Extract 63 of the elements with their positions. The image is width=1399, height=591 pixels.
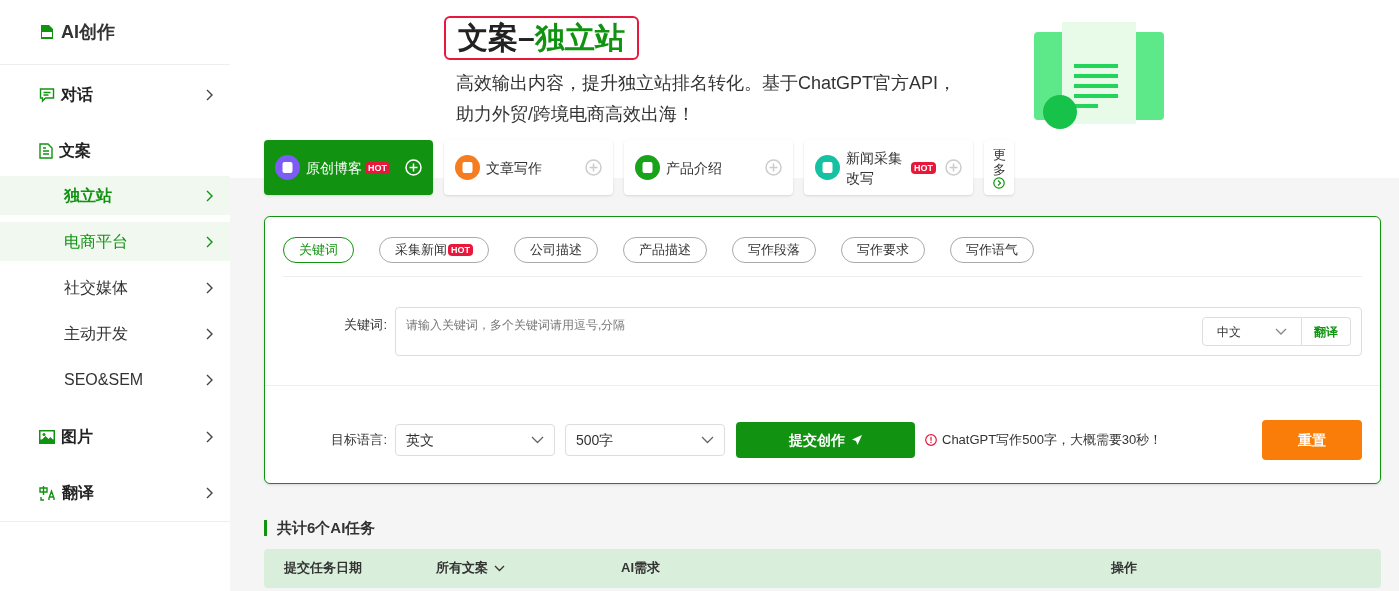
warning-icon xyxy=(925,434,937,446)
tool-card[interactable]: 产品介绍 xyxy=(624,140,793,195)
submit-button[interactable]: 提交创作 xyxy=(736,422,915,458)
chevron-down-icon xyxy=(494,564,505,572)
sidebar-item[interactable]: 翻译 xyxy=(0,475,230,511)
chat-icon xyxy=(39,87,55,103)
keyword-label: 关键词: xyxy=(343,316,388,334)
notice-text: ChatGPT写作500字，大概需要30秒！ xyxy=(942,431,1163,450)
column-header[interactable]: 所有文案 xyxy=(436,558,488,578)
tool-label: 产品介绍 xyxy=(666,158,722,178)
keyword-field[interactable]: 请输入关键词，多个关键词请用逗号,分隔 中文 翻译 xyxy=(395,307,1362,356)
chevron-right-icon xyxy=(206,189,213,202)
translate-button[interactable]: 翻译 xyxy=(1302,317,1351,346)
chevron-down-icon xyxy=(1275,327,1287,336)
ai-document-icon xyxy=(39,24,55,40)
chevron-right-icon xyxy=(206,281,213,294)
hot-badge: HOT xyxy=(365,161,390,174)
tool-label: 新闻采集改写 xyxy=(846,148,903,188)
document-icon xyxy=(39,143,53,159)
add-icon xyxy=(585,159,602,176)
title-highlight: 独立站 xyxy=(534,20,625,56)
translate-icon xyxy=(39,484,56,502)
title-text: 文案– xyxy=(458,20,535,56)
tool-label: 原创博客 xyxy=(306,158,362,178)
tool-card[interactable]: 新闻采集改写 HOT xyxy=(804,140,973,195)
chevron-right-icon xyxy=(206,235,213,248)
send-icon xyxy=(850,434,863,446)
chevron-circle-icon xyxy=(993,176,1005,189)
target-language-select[interactable]: 英文 xyxy=(395,424,555,456)
tool-label: 文章写作 xyxy=(486,158,542,178)
chevron-right-icon xyxy=(206,487,213,499)
column-header: 操作 xyxy=(1111,559,1137,578)
sidebar-header: AI创作 xyxy=(61,20,115,44)
add-icon xyxy=(945,159,962,176)
sidebar-item[interactable]: 对话 xyxy=(0,77,230,113)
length-select[interactable]: 500字 xyxy=(565,424,725,456)
sidebar-subitem[interactable]: 主动开发 xyxy=(0,314,230,353)
sidebar-item[interactable]: 文案 xyxy=(0,133,230,169)
add-icon xyxy=(765,159,782,176)
sidebar-subitem[interactable]: SEO&SEM xyxy=(0,360,230,399)
chevron-right-icon xyxy=(206,431,213,443)
target-language-label: 目标语言: xyxy=(330,431,388,450)
source-language-select[interactable]: 中文 xyxy=(1202,317,1302,346)
more-button[interactable]: 更多 xyxy=(984,140,1014,195)
sidebar-subitem[interactable]: 电商平台 xyxy=(0,222,230,261)
tool-card[interactable]: 文章写作 xyxy=(444,140,613,195)
chevron-down-icon xyxy=(531,436,544,444)
chevron-down-icon xyxy=(701,436,714,444)
add-icon xyxy=(405,159,422,176)
column-header: AI需求 xyxy=(621,559,660,578)
tool-card[interactable]: 原创博客 HOT xyxy=(264,140,433,195)
column-header: 提交任务日期 xyxy=(284,559,362,578)
hero-description: 高效输出内容，提升独立站排名转化。基于ChatGPT官方API，助力外贸/跨境电商高效出海！ xyxy=(456,72,958,126)
chevron-right-icon xyxy=(206,327,213,340)
sidebar-subitem[interactable]: 社交媒体 xyxy=(0,268,230,307)
tasks-title: 共计6个AI任务 xyxy=(277,518,376,538)
chevron-right-icon xyxy=(206,89,213,101)
hot-badge: HOT xyxy=(911,161,936,174)
sidebar-subitem[interactable]: 独立站 xyxy=(0,176,230,215)
chevron-right-icon xyxy=(206,373,213,386)
sidebar-item[interactable]: 图片 xyxy=(0,419,230,455)
hot-badge: HOT xyxy=(448,244,473,256)
image-icon xyxy=(39,430,55,444)
